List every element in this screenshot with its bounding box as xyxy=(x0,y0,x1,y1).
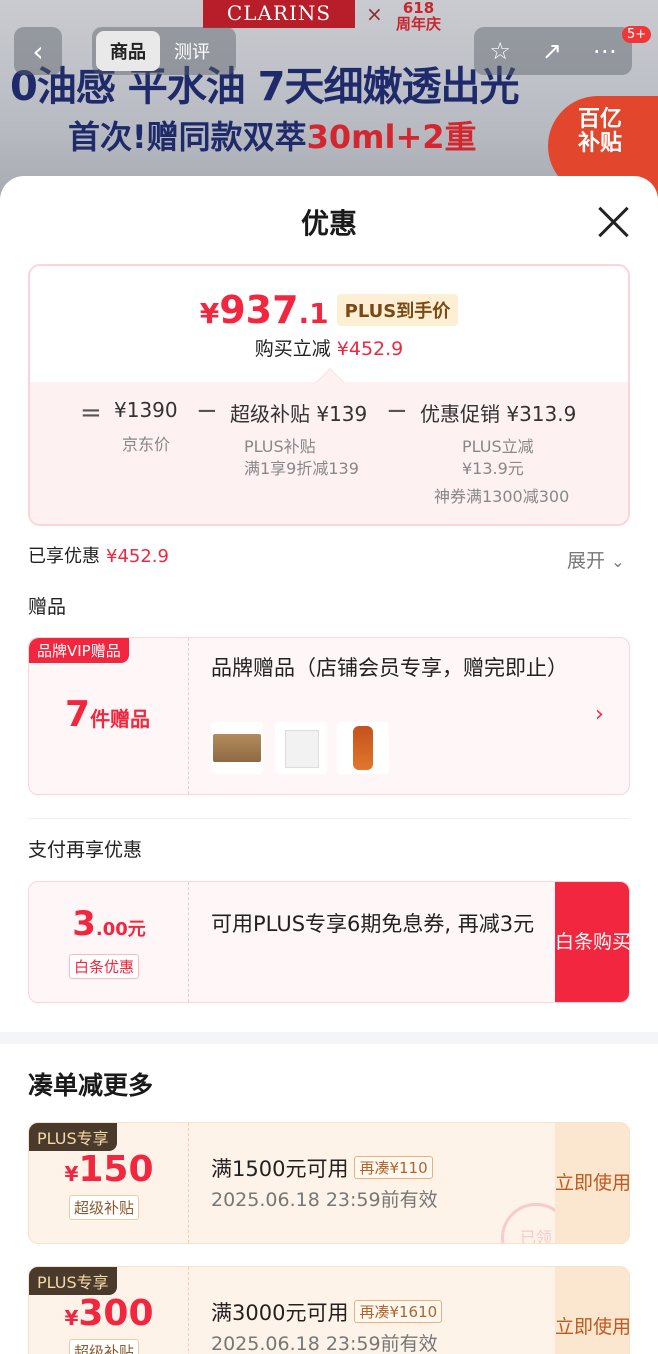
coupon-validity: 2025.06.18 23:59前有效 xyxy=(211,1189,438,1211)
use-now-button[interactable]: 立即使用 xyxy=(555,1267,629,1354)
gift-bottle-image xyxy=(337,722,389,774)
product-tabs: 商品 测评 xyxy=(92,27,236,75)
add-more-tag[interactable]: 再凑¥1610 xyxy=(354,1300,443,1323)
plus-price-tag: PLUS到手价 xyxy=(336,294,459,326)
subsidy-sub1: PLUS补贴 xyxy=(244,437,316,456)
star-icon[interactable]: ☆ xyxy=(489,37,511,65)
coupon-value: 150 xyxy=(78,1149,154,1190)
price-integer: 937 xyxy=(219,288,299,332)
plus-exclusive-flag: PLUS专享 xyxy=(29,1123,117,1151)
enjoyed-label: 已享优惠 xyxy=(28,546,100,567)
expand-button[interactable]: 展开 ⌄ xyxy=(567,546,624,573)
promo-sub3: 神券满1300减300 xyxy=(434,487,570,506)
subsidy-badge-line2: 补贴 xyxy=(578,131,623,156)
banner-subheadline: 首次!赠同款双萃30ml+2重 xyxy=(68,112,477,158)
jd-price: ¥1390 xyxy=(114,398,178,422)
tab-product[interactable]: 商品 xyxy=(96,31,160,71)
collab-times-sign: × xyxy=(366,2,383,26)
baitiao-description: 可用PLUS专享6期免息券, 再减3元 xyxy=(211,912,535,936)
gift-card[interactable]: 品牌VIP赠品 7件赠品 品牌赠品（店铺会员专享，赠完即止） › xyxy=(28,637,630,795)
brand-logo: CLARINS xyxy=(203,0,355,28)
chevron-down-icon: ⌄ xyxy=(611,552,625,571)
final-price: ¥937.1 PLUS到手价 xyxy=(30,288,628,332)
gift-box-image xyxy=(211,722,263,774)
reduce-value: ¥452.9 xyxy=(336,338,404,360)
promo-sub1: PLUS立减 xyxy=(462,437,534,456)
gift-title: 品牌赠品（店铺会员专享，赠完即止） xyxy=(211,656,568,680)
gift-count: 7件赠品 xyxy=(65,694,150,735)
gift-count-number: 7 xyxy=(65,694,91,735)
coupon-condition-text: 满1500元可用 xyxy=(211,1157,349,1181)
enjoyed-discount: 已享优惠 ¥452.9 xyxy=(28,542,169,568)
baitiao-amount-unit: .00元 xyxy=(95,919,146,940)
baitiao-amount-number: 3 xyxy=(72,904,96,944)
tab-review[interactable]: 测评 xyxy=(160,31,224,71)
reduce-line: 购买立减 ¥452.9 xyxy=(30,334,628,361)
gift-bag-image xyxy=(275,722,327,774)
promo-discount: 优惠促销 ¥313.9 xyxy=(420,402,577,426)
coupon-card: PLUS专享 ¥150 超级补贴 满1500元可用 再凑¥110 2025.06.… xyxy=(28,1122,630,1244)
coupon-currency: ¥ xyxy=(64,1306,79,1330)
use-now-button[interactable]: 立即使用 xyxy=(555,1123,629,1243)
baitiao-amount: 3.00元 xyxy=(29,904,189,944)
anniversary-logo: 618 周年庆 xyxy=(396,0,441,32)
coupon-tag: 超级补贴 xyxy=(69,1195,140,1220)
minus-sign-2: − xyxy=(386,396,408,426)
vip-gift-tag: 品牌VIP赠品 xyxy=(29,638,129,663)
coupon-amount-panel: PLUS专享 ¥150 超级补贴 xyxy=(29,1123,189,1243)
subsidy-sub2: 满1享9折减139 xyxy=(244,459,359,478)
coupon-currency: ¥ xyxy=(64,1162,79,1186)
price-currency: ¥ xyxy=(199,297,220,330)
divider xyxy=(28,818,630,819)
subsidy-badge-line1: 百亿 xyxy=(578,107,623,132)
gift-section-title: 赠品 xyxy=(28,596,67,618)
minus-sign: − xyxy=(196,396,218,426)
jd-price-label: 京东价 xyxy=(122,435,171,454)
super-subsidy: 超级补贴 ¥139 xyxy=(230,402,368,426)
banner-subheadline-text: 首次!赠同款双萃 xyxy=(68,118,307,156)
coupon-card: PLUS专享 ¥300 超级补贴 满3000元可用 再凑¥1610 2025.06… xyxy=(28,1266,630,1354)
chevron-left-icon: ‹ xyxy=(32,34,44,68)
add-more-tag[interactable]: 再凑¥110 xyxy=(354,1156,433,1179)
sheet-title: 优惠 xyxy=(300,207,357,240)
coupon-tag: 超级补贴 xyxy=(69,1339,140,1354)
banner-headline: 0油感 平水油 7天细嫩透出光 xyxy=(10,64,520,110)
coupon-amount: ¥150 xyxy=(29,1149,189,1190)
pay-section-title: 支付再享优惠 xyxy=(28,839,143,861)
top-actions: ☆ ↗ ⋯ xyxy=(474,27,632,75)
anniversary-text: 周年庆 xyxy=(396,15,442,33)
baitiao-buy-button[interactable]: 白条购买 xyxy=(555,882,629,1002)
more-icon[interactable]: ⋯ xyxy=(593,37,617,65)
plus-exclusive-flag: PLUS专享 xyxy=(29,1267,117,1295)
discount-sheet: 优惠 ¥937.1 PLUS到手价 购买立减 ¥452.9 = ¥1390 京东价… xyxy=(0,176,658,1354)
coupon-validity: 2025.06.18 23:59前有效 xyxy=(211,1333,438,1354)
close-icon[interactable] xyxy=(596,204,632,240)
banner-subheadline-highlight: 30ml+2重 xyxy=(306,118,477,156)
anniversary-number: 618 xyxy=(402,0,435,17)
baitiao-amount-panel: 3.00元 白条优惠 xyxy=(29,882,189,1002)
coupon-amount-panel: PLUS专享 ¥300 超级补贴 xyxy=(29,1267,189,1354)
expand-label: 展开 xyxy=(567,550,606,572)
gift-count-panel: 品牌VIP赠品 7件赠品 xyxy=(29,638,189,794)
back-button[interactable]: ‹ xyxy=(14,27,62,75)
equals-sign: = xyxy=(80,398,102,428)
share-icon[interactable]: ↗ xyxy=(542,37,562,65)
gift-count-unit: 件赠品 xyxy=(90,707,151,731)
baitiao-card: 3.00元 白条优惠 可用PLUS专享6期免息券, 再减3元 白条购买 xyxy=(28,881,630,1003)
coupon-condition: 满1500元可用 再凑¥110 xyxy=(211,1153,433,1183)
coupon-value: 300 xyxy=(78,1293,154,1334)
message-count-badge: 5+ xyxy=(622,26,652,43)
price-decimal: .1 xyxy=(298,297,329,330)
price-breakdown-card: ¥937.1 PLUS到手价 购买立减 ¥452.9 = ¥1390 京东价 − … xyxy=(28,264,630,526)
chevron-right-icon: › xyxy=(595,702,604,727)
coupon-amount: ¥300 xyxy=(29,1293,189,1334)
reduce-label: 购买立减 xyxy=(254,338,331,360)
coupon-condition-text: 满3000元可用 xyxy=(211,1301,349,1325)
coupon-condition: 满3000元可用 再凑¥1610 xyxy=(211,1297,443,1327)
more-section-title: 凑单减更多 xyxy=(28,1071,154,1100)
baitiao-tag: 白条优惠 xyxy=(69,954,140,979)
section-separator xyxy=(0,1032,658,1044)
promo-sub2: ¥13.9元 xyxy=(462,459,524,478)
enjoyed-value: ¥452.9 xyxy=(106,546,169,567)
